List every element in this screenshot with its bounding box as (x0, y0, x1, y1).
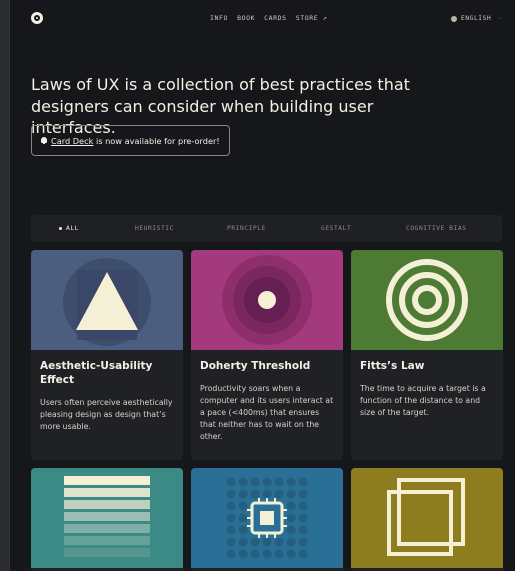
category-filters: ALL HEURISTIC PRINCIPLE GESTALT COGNITIV… (31, 215, 502, 242)
law-card-doherty-threshold[interactable]: Doherty Threshold Productivity soars whe… (191, 250, 343, 460)
chip-grid-art-icon (226, 477, 308, 559)
filter-heuristic[interactable]: HEURISTIC (135, 225, 174, 232)
filter-principle[interactable]: PRINCIPLE (227, 225, 266, 232)
nav-info[interactable]: INFO (210, 14, 228, 22)
card-description: Productivity soars when a computer and i… (200, 384, 334, 441)
main-nav: INFO BOOK CARDS STORE ↗ (210, 14, 327, 22)
language-selector[interactable]: ENGLISH · (451, 15, 503, 22)
card-deck-link[interactable]: Card Deck (51, 136, 93, 146)
page: INFO BOOK CARDS STORE ↗ ENGLISH · Laws o… (10, 0, 515, 571)
top-nav: INFO BOOK CARDS STORE ↗ ENGLISH · (10, 0, 515, 36)
overlapping-squares-art-icon (387, 478, 465, 556)
target-dot-art-icon (222, 255, 312, 345)
notice-rest: is now available for pre-order! (93, 135, 220, 146)
card-art (351, 250, 503, 350)
nav-book[interactable]: BOOK (237, 14, 255, 22)
app-window: INFO BOOK CARDS STORE ↗ ENGLISH · Laws o… (0, 0, 515, 571)
filter-gestalt[interactable]: GESTALT (321, 225, 351, 232)
card-art (31, 250, 183, 350)
law-card-6[interactable] (351, 468, 503, 571)
filter-cognitive-bias[interactable]: COGNITIVE BIAS (406, 225, 467, 232)
card-title: Fitts’s Law (360, 360, 425, 372)
language-label: ENGLISH (461, 15, 492, 22)
logo-icon[interactable] (31, 12, 43, 24)
card-title: Doherty Threshold (200, 360, 311, 372)
stacked-bars-art-icon (64, 476, 150, 557)
law-card-aesthetic-usability[interactable]: Aesthetic-Usability Effect Users often p… (31, 250, 183, 460)
nav-store[interactable]: STORE ↗ (296, 14, 328, 22)
globe-icon (451, 15, 457, 22)
card-art (191, 468, 343, 568)
triangle-art-icon (63, 258, 151, 346)
bell-icon (41, 137, 47, 144)
concentric-rings-art-icon (386, 259, 468, 341)
card-title: Aesthetic-Usability Effect (40, 360, 153, 386)
card-art (191, 250, 343, 350)
preorder-notice[interactable]: Card Deck is now available for pre-order… (31, 125, 230, 156)
law-card-fitts-law[interactable]: Fitts’s Law The time to acquire a target… (351, 250, 503, 460)
chevron-down-icon: · (498, 15, 503, 22)
card-description: Users often perceive aesthetically pleas… (40, 398, 173, 431)
notice-text: Card Deck is now available for pre-order… (51, 136, 220, 146)
filter-all[interactable]: ALL (59, 225, 79, 232)
law-card-4[interactable] (31, 468, 183, 571)
sidebar-edge (0, 0, 10, 571)
card-description: The time to acquire a target is a functi… (360, 384, 486, 417)
card-art (351, 468, 503, 568)
card-art (31, 468, 183, 568)
nav-cards[interactable]: CARDS (264, 14, 287, 22)
law-card-5[interactable] (191, 468, 343, 571)
